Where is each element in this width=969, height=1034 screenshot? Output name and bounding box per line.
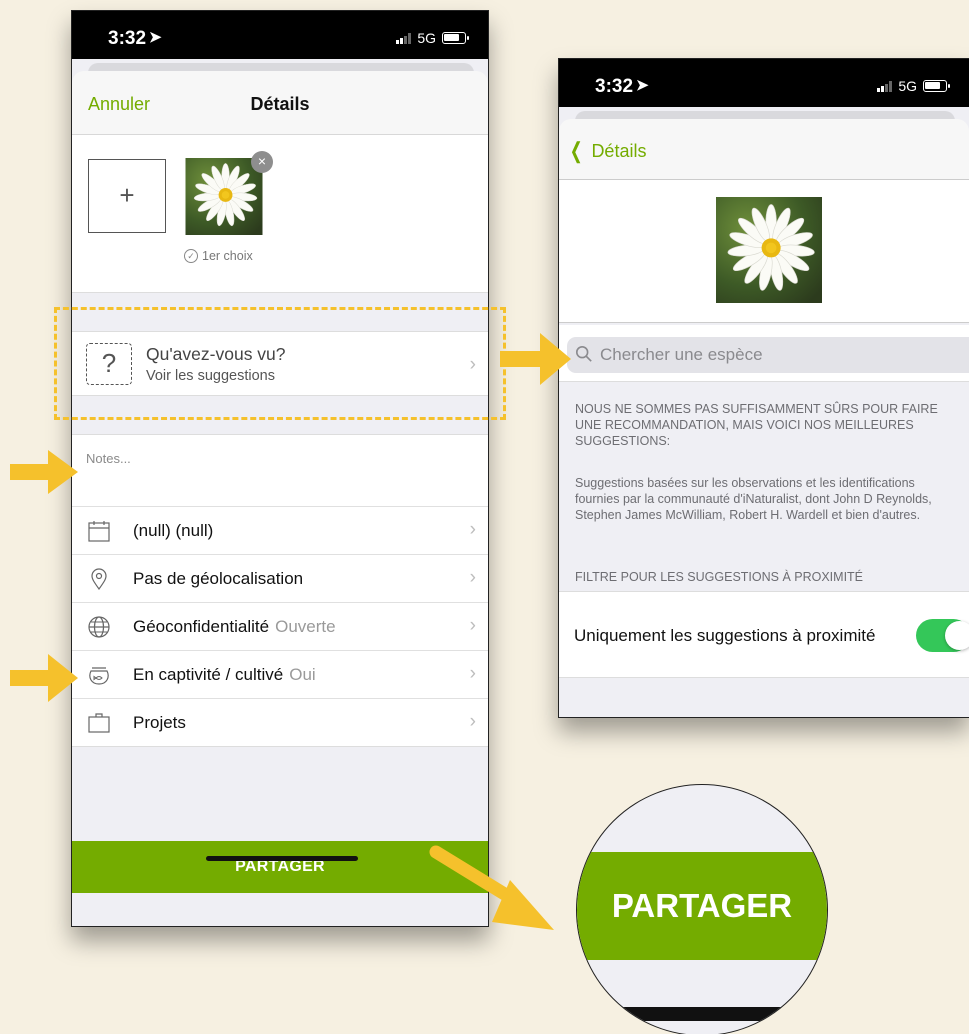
- status-time: 3:32 ➤: [595, 76, 649, 97]
- nearby-toggle-label: Uniquement les suggestions à proximité: [574, 626, 876, 645]
- briefcase-icon: [88, 713, 110, 733]
- date-label: (null) (null): [133, 521, 214, 540]
- search-icon: [575, 345, 592, 362]
- captive-row[interactable]: En captivité / cultivé Oui ›: [72, 650, 488, 698]
- details-list: (null) (null) › Pas de géolocalisation ›…: [72, 506, 488, 747]
- geoprivacy-value: Ouverte: [275, 617, 336, 636]
- daisy-photo-thumbnail[interactable]: [185, 158, 263, 235]
- details-sheet: Annuler Détails + × ✓ 1er choix ? Qu'ave…: [72, 71, 488, 926]
- geoprivacy-label: Géoconfidentialité Ouverte: [133, 617, 336, 636]
- location-pin-icon: [91, 568, 107, 591]
- nav-bar: ❮ Détails: [559, 119, 969, 180]
- projects-label: Projets: [133, 713, 186, 732]
- arrow-notes-icon: [10, 450, 78, 494]
- status-bar: 3:32 ➤ 5G: [72, 11, 488, 59]
- network-label: 5G: [417, 30, 436, 46]
- species-search-input[interactable]: Chercher une espèce: [567, 337, 969, 373]
- observation-details-screen: 3:32 ➤ 5G Annuler Détails + × ✓ 1er choix…: [71, 10, 489, 927]
- signal-icon: [396, 32, 412, 44]
- notes-field[interactable]: Notes...: [72, 434, 488, 506]
- chevron-left-icon: ❮: [569, 138, 583, 163]
- search-sheet: ❮ Détails Chercher une espèce NOUS NE SOM…: [559, 119, 969, 717]
- location-arrow-icon: ➤: [149, 29, 162, 46]
- chevron-right-icon: ›: [469, 663, 476, 684]
- captive-value: Oui: [289, 665, 316, 684]
- arrow-share-icon: [429, 845, 554, 930]
- nav-bar: Annuler Détails: [72, 71, 488, 135]
- notes-placeholder: Notes...: [86, 451, 131, 466]
- share-button-magnifier: PARTAGER: [576, 784, 828, 1034]
- chevron-right-icon: ›: [469, 567, 476, 588]
- chevron-right-icon: ›: [469, 711, 476, 732]
- status-bar: 3:32 ➤ 5G: [559, 59, 969, 107]
- page-title: Détails: [250, 94, 310, 114]
- zoomed-share-button: PARTAGER: [577, 852, 827, 960]
- signal-icon: [877, 80, 893, 92]
- highlight-box: [54, 307, 506, 420]
- first-choice-label: ✓ 1er choix: [184, 249, 253, 263]
- location-arrow-icon: ➤: [636, 77, 649, 94]
- location-label: Pas de géolocalisation: [133, 569, 304, 588]
- status-right: 5G: [396, 30, 469, 46]
- species-search-screen: 3:32 ➤ 5G ❮ Détails Chercher une espèce NO…: [558, 58, 969, 718]
- add-photo-button[interactable]: +: [88, 159, 166, 233]
- remove-photo-icon[interactable]: ×: [251, 151, 273, 173]
- chevron-right-icon: ›: [469, 519, 476, 540]
- geoprivacy-row[interactable]: Géoconfidentialité Ouverte ›: [72, 602, 488, 650]
- calendar-icon: [88, 521, 110, 542]
- share-button[interactable]: PARTAGER: [72, 841, 488, 893]
- projects-row[interactable]: Projets ›: [72, 698, 488, 746]
- status-time: 3:32 ➤: [108, 28, 162, 49]
- home-indicator: [206, 856, 358, 861]
- location-row[interactable]: Pas de géolocalisation ›: [72, 554, 488, 602]
- captive-label: En captivité / cultivé Oui: [133, 665, 316, 684]
- zoomed-home-indicator: [617, 1007, 797, 1021]
- battery-icon: [923, 80, 950, 92]
- photo-section: [559, 180, 969, 323]
- filter-heading: FILTRE POUR LES SUGGESTIONS À PROXIMITÉ: [575, 570, 864, 584]
- first-choice-text: 1er choix: [202, 249, 253, 263]
- photo-section: + × ✓ 1er choix: [72, 135, 488, 293]
- nearby-filter-row: Uniquement les suggestions à proximité: [559, 591, 969, 678]
- arrow-captive-icon: [10, 654, 78, 702]
- battery-icon: [442, 32, 469, 44]
- notice-body: Suggestions basées sur les observations …: [575, 476, 932, 522]
- checkmark-circle-icon: ✓: [184, 249, 198, 263]
- daisy-photo: [715, 197, 823, 303]
- back-label: Détails: [591, 140, 647, 161]
- date-row[interactable]: (null) (null) ›: [72, 506, 488, 554]
- back-button[interactable]: ❮ Détails: [567, 138, 647, 164]
- globe-icon: [88, 616, 110, 638]
- chevron-right-icon: ›: [469, 615, 476, 636]
- search-placeholder: Chercher une espèce: [600, 345, 763, 364]
- status-right: 5G: [877, 78, 950, 94]
- network-label: 5G: [898, 78, 917, 94]
- arrow-search-icon: [500, 333, 571, 385]
- nearby-toggle[interactable]: [916, 619, 969, 652]
- notice-heading: NOUS NE SOMMES PAS SUFFISAMMENT SÛRS POU…: [575, 402, 938, 448]
- fishbowl-icon: [89, 667, 109, 685]
